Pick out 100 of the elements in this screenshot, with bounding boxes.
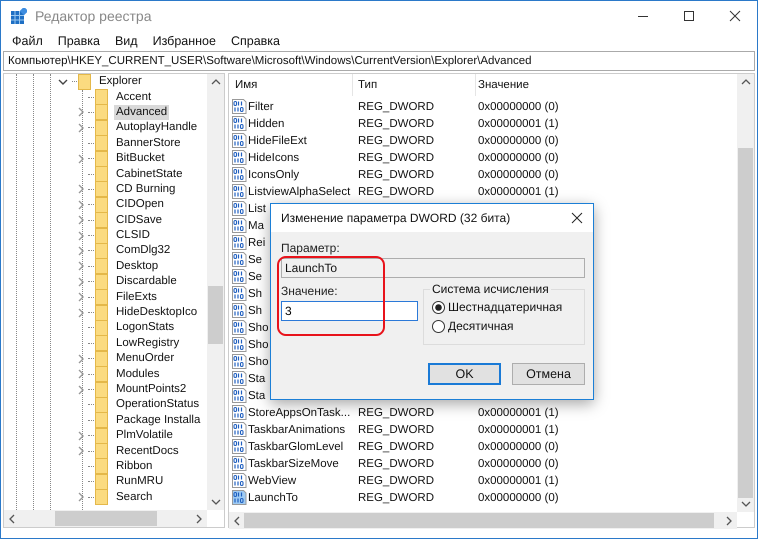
- tree-item[interactable]: MountPoints2: [114, 382, 188, 397]
- tree-item[interactable]: Search: [114, 490, 154, 505]
- value-name[interactable]: Sho: [248, 338, 268, 350]
- tree-item[interactable]: Ribbon: [114, 458, 154, 474]
- tree-item[interactable]: Modules: [114, 366, 162, 382]
- value-name[interactable]: Ma: [248, 220, 264, 232]
- value-name[interactable]: HideFileExt: [248, 134, 307, 146]
- chevron-right-icon[interactable]: [76, 276, 86, 287]
- tree-item[interactable]: CD Burning: [114, 182, 178, 197]
- value-name[interactable]: WebView: [248, 474, 296, 486]
- radio-button[interactable]: [432, 300, 445, 314]
- tree-item[interactable]: Package Installa: [114, 412, 202, 428]
- chevron-right-icon[interactable]: [76, 200, 86, 210]
- scroll-right-icon[interactable]: [195, 514, 203, 524]
- tree-item[interactable]: RunMRU: [114, 474, 166, 490]
- radio-button[interactable]: [432, 320, 445, 332]
- scroll-left-icon[interactable]: [233, 516, 241, 526]
- value-name[interactable]: Rei: [248, 236, 266, 248]
- scrollbar-thumb[interactable]: [208, 286, 223, 344]
- chevron-right-icon[interactable]: [76, 354, 86, 364]
- value-name[interactable]: StoreAppsOnTask...: [248, 406, 350, 418]
- scrollbar-thumb[interactable]: [738, 148, 753, 498]
- tree-item[interactable]: Desktop: [114, 258, 160, 274]
- tree-item[interactable]: Accent: [114, 90, 154, 105]
- chevron-right-icon[interactable]: [76, 261, 86, 272]
- tree-item[interactable]: Discardable: [114, 274, 179, 290]
- tree-item[interactable]: CabinetState: [114, 166, 184, 182]
- value-name[interactable]: LaunchTo: [248, 492, 298, 504]
- tree-item[interactable]: LogonStats: [114, 320, 176, 336]
- chevron-down-icon[interactable]: [58, 76, 68, 87]
- column-header[interactable]: Имя: [229, 74, 353, 96]
- chevron-right-icon[interactable]: [76, 292, 86, 302]
- radio-label[interactable]: Десятичная: [448, 319, 514, 333]
- menu-item[interactable]: Вид: [114, 34, 138, 48]
- column-header[interactable]: Тип: [353, 74, 476, 96]
- tree-item[interactable]: RecentDocs: [114, 444, 181, 459]
- tree-item[interactable]: BannerStore: [114, 136, 183, 151]
- tree-item[interactable]: CIDOpen: [114, 197, 166, 212]
- ok-button[interactable]: OK: [428, 363, 501, 385]
- value-name[interactable]: HideIcons: [248, 152, 300, 164]
- chevron-right-icon[interactable]: [76, 107, 86, 118]
- tree-item[interactable]: ComDlg32: [114, 243, 172, 258]
- value-name[interactable]: TaskbarGlomLevel: [248, 440, 344, 452]
- chevron-right-icon[interactable]: [76, 430, 86, 441]
- tree-item[interactable]: HideDesktopIco: [114, 305, 200, 320]
- value-name[interactable]: TaskbarSizeMove: [248, 458, 339, 470]
- chevron-right-icon[interactable]: [76, 384, 86, 394]
- value-field[interactable]: 3: [281, 301, 418, 321]
- scroll-down-icon[interactable]: [740, 500, 750, 508]
- close-icon[interactable]: [729, 10, 741, 22]
- scrollbar-thumb[interactable]: [55, 511, 157, 526]
- chevron-right-icon[interactable]: [76, 230, 86, 241]
- scroll-down-icon[interactable]: [210, 498, 220, 506]
- value-name[interactable]: Sho: [248, 322, 268, 334]
- value-name[interactable]: TaskbarAnimations: [248, 424, 346, 436]
- tree-item[interactable]: AutoplayHandle: [114, 120, 200, 136]
- scroll-up-icon[interactable]: [210, 78, 220, 86]
- value-name[interactable]: Se: [248, 270, 262, 282]
- menu-item[interactable]: Справка: [230, 34, 280, 48]
- tree-item[interactable]: CIDSave: [114, 212, 164, 228]
- maximize-icon[interactable]: [683, 10, 695, 22]
- menu-item[interactable]: Правка: [58, 34, 100, 48]
- value-name[interactable]: IconsOnly: [248, 168, 300, 180]
- value-name[interactable]: ListviewAlphaSelect: [248, 186, 350, 198]
- chevron-right-icon[interactable]: [76, 308, 86, 318]
- value-name[interactable]: Filter: [248, 100, 274, 112]
- value-name[interactable]: List: [248, 202, 266, 214]
- tree-item[interactable]: BitBucket: [114, 151, 167, 166]
- tree-item[interactable]: Explorer: [97, 74, 144, 90]
- scroll-left-icon[interactable]: [8, 514, 16, 524]
- tree-item[interactable]: LowRegistry: [114, 336, 182, 351]
- chevron-right-icon[interactable]: [76, 154, 86, 164]
- chevron-right-icon[interactable]: [76, 492, 86, 502]
- tree-item[interactable]: MenuOrder: [114, 351, 176, 366]
- cancel-button[interactable]: Отмена: [512, 363, 585, 385]
- chevron-right-icon[interactable]: [76, 215, 86, 226]
- close-icon[interactable]: [571, 212, 583, 224]
- value-name[interactable]: Sh: [248, 288, 262, 300]
- value-name[interactable]: Sh: [248, 304, 262, 316]
- tree-item[interactable]: OperationStatus: [114, 397, 202, 412]
- chevron-right-icon[interactable]: [76, 184, 86, 194]
- tree-item[interactable]: FileExts: [114, 290, 159, 305]
- value-name[interactable]: Se: [248, 254, 262, 266]
- value-name[interactable]: Hidden: [248, 118, 284, 130]
- chevron-right-icon[interactable]: [76, 246, 86, 256]
- value-name[interactable]: Sta: [248, 372, 266, 384]
- value-name[interactable]: Sho: [248, 356, 268, 368]
- menu-item[interactable]: Файл: [12, 34, 43, 48]
- address-bar[interactable]: Компьютер\HKEY_CURRENT_USER\Software\Microsoft\Windows\CurrentVersion\Explorer\Advanced: [3, 51, 755, 71]
- chevron-right-icon[interactable]: [76, 122, 86, 133]
- menu-item[interactable]: Избранное: [152, 34, 216, 48]
- scroll-right-icon[interactable]: [725, 516, 733, 526]
- column-header[interactable]: Значение: [476, 74, 737, 96]
- tree-item[interactable]: Advanced: [114, 104, 170, 120]
- name-field[interactable]: LaunchTo: [281, 258, 585, 278]
- scroll-up-icon[interactable]: [740, 78, 750, 86]
- tree-item[interactable]: PlmVolatile: [114, 428, 175, 444]
- chevron-right-icon[interactable]: [76, 446, 86, 456]
- radio-label[interactable]: Шестнадцатеричная: [448, 300, 562, 314]
- value-name[interactable]: Sta: [248, 390, 266, 402]
